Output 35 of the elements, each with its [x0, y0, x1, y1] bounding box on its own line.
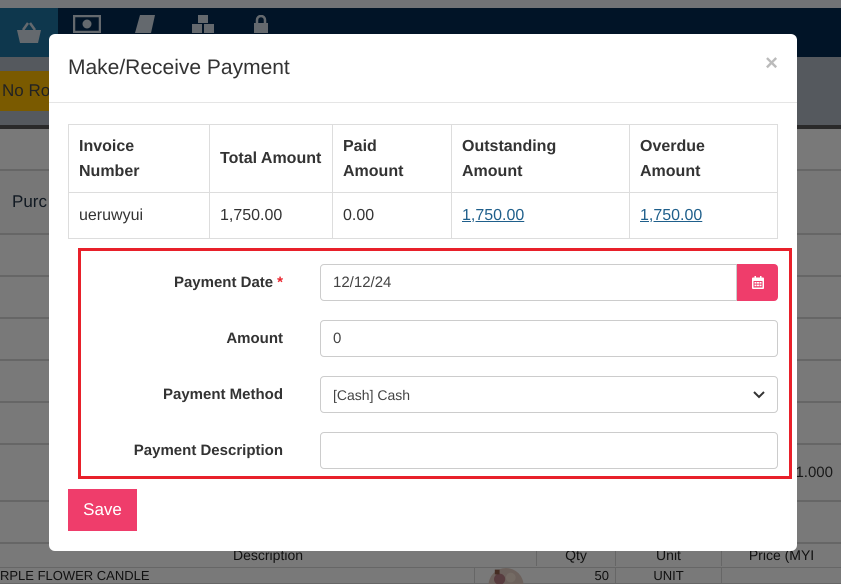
table-cell: UNIT: [616, 568, 722, 583]
column-header: Total Amount: [210, 124, 332, 192]
field-label: Payment Method: [162, 386, 283, 403]
field-label: Payment Date: [174, 274, 274, 291]
date-field[interactable]: 12/12/24: [320, 264, 737, 301]
table-cell: RPLE FLOWER CANDLE: [0, 568, 475, 583]
column-header: Outstanding Amount: [452, 124, 630, 192]
payment-method-select[interactable]: [Cash] Cash: [320, 376, 778, 413]
banknote-icon: [73, 15, 101, 33]
column-header: Invoice Number: [68, 124, 210, 192]
breadcrumb-item[interactable]: Purc: [12, 192, 47, 212]
column-header: Price (MYI: [748, 546, 816, 565]
column-header: Paid Amount: [332, 124, 452, 192]
boxes-icon: [190, 15, 216, 33]
table-cell: 0.00: [343, 206, 374, 224]
dialog-title: Make/Receive Payment: [68, 56, 290, 80]
chevron-down-icon: [753, 390, 765, 398]
input-field[interactable]: 0: [320, 320, 778, 357]
amount-link[interactable]: 1,750.00: [462, 206, 524, 224]
basket-icon: [15, 20, 43, 44]
input-field[interactable]: [320, 432, 778, 469]
calendar-button[interactable]: [737, 264, 778, 301]
required-marker: *: [277, 274, 283, 291]
table-cell: 50: [537, 568, 616, 583]
nav-item[interactable]: [0, 8, 58, 57]
amount-link[interactable]: 1,750.00: [640, 206, 702, 224]
table-cell: 1,750.00: [220, 206, 282, 224]
save-button[interactable]: Save: [68, 489, 137, 531]
field-label: Amount: [226, 330, 283, 347]
lock-icon: [253, 15, 269, 33]
quantity-value: 1.000: [795, 464, 833, 481]
table-cell: ueruwyui: [79, 206, 144, 224]
calendar-icon: [752, 276, 764, 289]
column-header: Overdue Amount: [630, 124, 778, 192]
field-label: Payment Description: [134, 442, 283, 459]
